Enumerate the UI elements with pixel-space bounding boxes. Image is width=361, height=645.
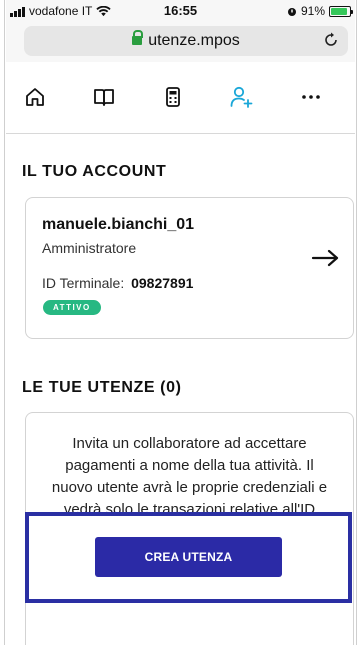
reload-icon[interactable] bbox=[322, 31, 340, 49]
battery-percent: 91% bbox=[300, 4, 325, 18]
create-user-highlight: CREA UTENZA bbox=[25, 512, 352, 603]
battery-icon bbox=[329, 5, 353, 17]
status-bar-right: 91% bbox=[287, 4, 353, 18]
account-username: manuele.bianchi_01 bbox=[42, 216, 195, 233]
nav-calculator[interactable] bbox=[158, 82, 188, 112]
terminal-id: 09827891 bbox=[131, 275, 194, 291]
nav-add-user[interactable] bbox=[226, 82, 256, 112]
nav-home[interactable] bbox=[20, 82, 50, 112]
lock-icon bbox=[132, 30, 144, 45]
url-display: utenze.mpos bbox=[24, 30, 348, 50]
top-nav bbox=[6, 62, 355, 134]
url-bar[interactable]: utenze.mpos bbox=[24, 26, 348, 56]
add-user-icon bbox=[230, 86, 253, 108]
nav-more[interactable] bbox=[296, 82, 326, 112]
arrow-right-icon[interactable] bbox=[311, 248, 341, 268]
home-icon bbox=[26, 88, 44, 106]
book-icon bbox=[94, 89, 114, 106]
status-bar: vodafone IT 16:55 91% bbox=[6, 0, 355, 22]
create-user-button[interactable]: CREA UTENZA bbox=[95, 537, 282, 577]
terminal-id-row: ID Terminale: 09827891 bbox=[42, 275, 193, 291]
browser-toolbar: utenze.mpos bbox=[6, 22, 355, 62]
nav-book[interactable] bbox=[89, 82, 119, 112]
terminal-label: ID Terminale: bbox=[42, 275, 125, 291]
alarm-icon bbox=[287, 7, 296, 16]
account-card[interactable]: manuele.bianchi_01 Amministratore ID Ter… bbox=[25, 197, 354, 339]
calculator-icon bbox=[166, 87, 180, 107]
url-text: utenze.mpos bbox=[148, 32, 240, 49]
account-role: Amministratore bbox=[42, 240, 137, 256]
more-icon bbox=[302, 95, 320, 99]
status-badge: ATTIVO bbox=[43, 300, 101, 315]
app-frame: vodafone IT 16:55 91% utenze.mpos IL TUO… bbox=[0, 0, 361, 645]
users-section-title: LE TUE UTENZE (0) bbox=[22, 379, 182, 396]
account-section-title: IL TUO ACCOUNT bbox=[22, 163, 167, 180]
